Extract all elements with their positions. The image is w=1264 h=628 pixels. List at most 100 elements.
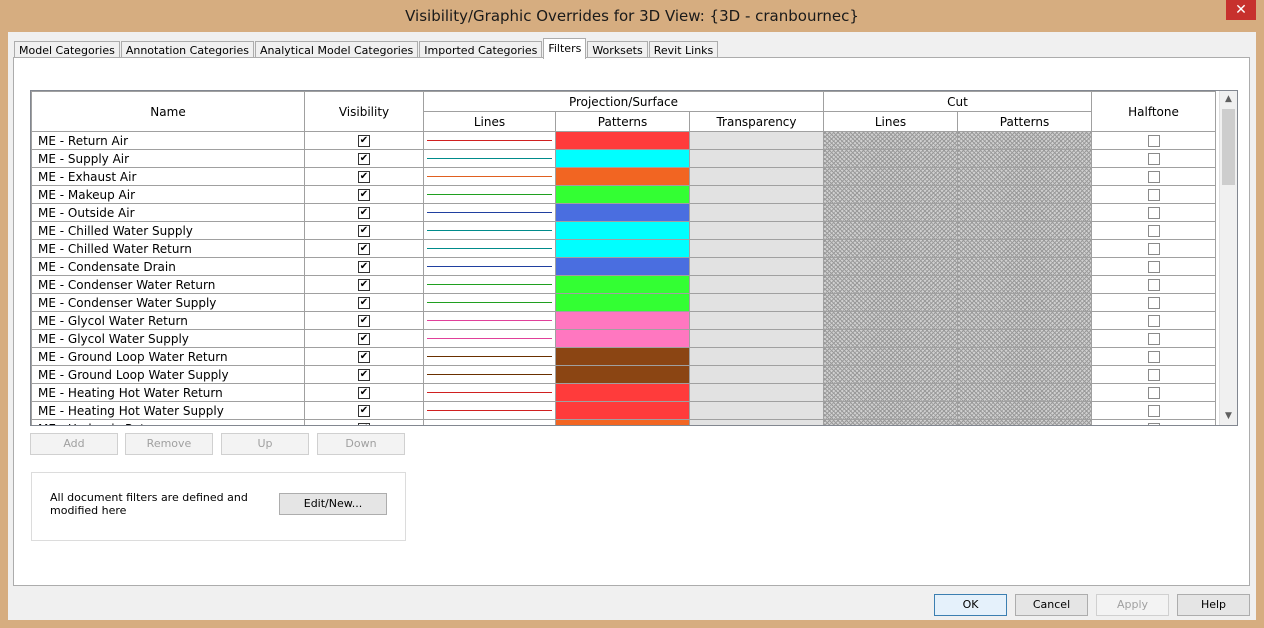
filter-name[interactable]: ME - Supply Air — [31, 149, 305, 168]
projection-lines-cell[interactable] — [423, 167, 556, 186]
projection-pattern-cell[interactable] — [555, 131, 690, 150]
projection-lines-cell[interactable] — [423, 149, 556, 168]
cut-patterns-cell[interactable] — [957, 149, 1092, 168]
projection-pattern-cell[interactable] — [555, 185, 690, 204]
filter-name[interactable]: ME - Return Air — [31, 131, 305, 150]
table-row[interactable]: ME - Ground Loop Water Supply ✔ — [31, 365, 1216, 384]
transparency-cell[interactable] — [689, 257, 824, 276]
cut-lines-cell[interactable] — [823, 293, 958, 312]
halftone-cell[interactable] — [1091, 185, 1216, 204]
cut-lines-cell[interactable] — [823, 203, 958, 222]
halftone-checkbox[interactable] — [1147, 369, 1160, 381]
projection-lines-cell[interactable] — [423, 185, 556, 204]
table-row[interactable]: ME - Hydronic Return ✔ — [31, 419, 1216, 425]
transparency-cell[interactable] — [689, 275, 824, 294]
projection-lines-cell[interactable] — [423, 311, 556, 330]
table-row[interactable]: ME - Supply Air ✔ — [31, 149, 1216, 168]
add-button[interactable]: Add — [30, 433, 118, 455]
table-row[interactable]: ME - Return Air ✔ — [31, 131, 1216, 150]
projection-lines-cell[interactable] — [423, 329, 556, 348]
projection-pattern-cell[interactable] — [555, 419, 690, 425]
remove-button[interactable]: Remove — [125, 433, 213, 455]
projection-pattern-cell[interactable] — [555, 311, 690, 330]
filter-name[interactable]: ME - Chilled Water Return — [31, 239, 305, 258]
halftone-checkbox[interactable] — [1147, 405, 1160, 417]
header-name[interactable]: Name — [31, 91, 305, 132]
table-row[interactable]: ME - Glycol Water Supply ✔ — [31, 329, 1216, 348]
projection-pattern-cell[interactable] — [555, 275, 690, 294]
halftone-cell[interactable] — [1091, 365, 1216, 384]
cut-patterns-cell[interactable] — [957, 419, 1092, 425]
cancel-button[interactable]: Cancel — [1015, 594, 1088, 616]
projection-lines-cell[interactable] — [423, 239, 556, 258]
cut-lines-cell[interactable] — [823, 419, 958, 425]
cut-patterns-cell[interactable] — [957, 311, 1092, 330]
filter-name[interactable]: ME - Heating Hot Water Return — [31, 383, 305, 402]
scroll-down-icon[interactable]: ▼ — [1220, 408, 1237, 425]
projection-lines-cell[interactable] — [423, 383, 556, 402]
transparency-cell[interactable] — [689, 185, 824, 204]
halftone-checkbox[interactable] — [1147, 261, 1160, 273]
halftone-cell[interactable] — [1091, 221, 1216, 240]
visibility-checkbox[interactable]: ✔ — [358, 261, 370, 273]
transparency-cell[interactable] — [689, 329, 824, 348]
projection-lines-cell[interactable] — [423, 401, 556, 420]
filter-name[interactable]: ME - Makeup Air — [31, 185, 305, 204]
projection-pattern-cell[interactable] — [555, 149, 690, 168]
visibility-cell[interactable]: ✔ — [304, 149, 424, 168]
down-button[interactable]: Down — [317, 433, 405, 455]
table-row[interactable]: ME - Ground Loop Water Return ✔ — [31, 347, 1216, 366]
table-row[interactable]: ME - Condensate Drain ✔ — [31, 257, 1216, 276]
visibility-checkbox[interactable]: ✔ — [358, 135, 370, 147]
cut-patterns-cell[interactable] — [957, 221, 1092, 240]
transparency-cell[interactable] — [689, 383, 824, 402]
transparency-cell[interactable] — [689, 347, 824, 366]
tab-filters[interactable]: Filters — [543, 38, 587, 59]
filter-name[interactable]: ME - Condensate Drain — [31, 257, 305, 276]
cut-lines-cell[interactable] — [823, 347, 958, 366]
cut-patterns-cell[interactable] — [957, 257, 1092, 276]
cut-patterns-cell[interactable] — [957, 239, 1092, 258]
visibility-checkbox[interactable]: ✔ — [358, 279, 370, 291]
cut-lines-cell[interactable] — [823, 257, 958, 276]
filter-name[interactable]: ME - Heating Hot Water Supply — [31, 401, 305, 420]
halftone-checkbox[interactable] — [1147, 423, 1160, 425]
visibility-cell[interactable]: ✔ — [304, 185, 424, 204]
projection-pattern-cell[interactable] — [555, 203, 690, 222]
visibility-checkbox[interactable]: ✔ — [358, 171, 370, 183]
filter-name[interactable]: ME - Condenser Water Return — [31, 275, 305, 294]
cut-lines-cell[interactable] — [823, 149, 958, 168]
halftone-cell[interactable] — [1091, 275, 1216, 294]
table-row[interactable]: ME - Exhaust Air ✔ — [31, 167, 1216, 186]
apply-button[interactable]: Apply — [1096, 594, 1169, 616]
visibility-cell[interactable]: ✔ — [304, 221, 424, 240]
close-icon[interactable]: ✕ — [1226, 0, 1256, 20]
projection-lines-cell[interactable] — [423, 347, 556, 366]
visibility-cell[interactable]: ✔ — [304, 131, 424, 150]
filter-name[interactable]: ME - Outside Air — [31, 203, 305, 222]
table-row[interactable]: ME - Glycol Water Return ✔ — [31, 311, 1216, 330]
halftone-cell[interactable] — [1091, 347, 1216, 366]
visibility-cell[interactable]: ✔ — [304, 293, 424, 312]
halftone-checkbox[interactable] — [1147, 387, 1160, 399]
cut-patterns-cell[interactable] — [957, 347, 1092, 366]
cut-lines-cell[interactable] — [823, 329, 958, 348]
projection-pattern-cell[interactable] — [555, 167, 690, 186]
visibility-cell[interactable]: ✔ — [304, 167, 424, 186]
halftone-checkbox[interactable] — [1147, 243, 1160, 255]
table-row[interactable]: ME - Makeup Air ✔ — [31, 185, 1216, 204]
visibility-cell[interactable]: ✔ — [304, 257, 424, 276]
table-row[interactable]: ME - Condenser Water Return ✔ — [31, 275, 1216, 294]
halftone-checkbox[interactable] — [1147, 351, 1160, 363]
halftone-cell[interactable] — [1091, 329, 1216, 348]
header-visibility[interactable]: Visibility — [304, 91, 424, 132]
halftone-cell[interactable] — [1091, 131, 1216, 150]
projection-pattern-cell[interactable] — [555, 293, 690, 312]
cut-patterns-cell[interactable] — [957, 185, 1092, 204]
cut-patterns-cell[interactable] — [957, 167, 1092, 186]
cut-lines-cell[interactable] — [823, 365, 958, 384]
ok-button[interactable]: OK — [934, 594, 1007, 616]
projection-lines-cell[interactable] — [423, 221, 556, 240]
transparency-cell[interactable] — [689, 203, 824, 222]
halftone-checkbox[interactable] — [1147, 135, 1160, 147]
